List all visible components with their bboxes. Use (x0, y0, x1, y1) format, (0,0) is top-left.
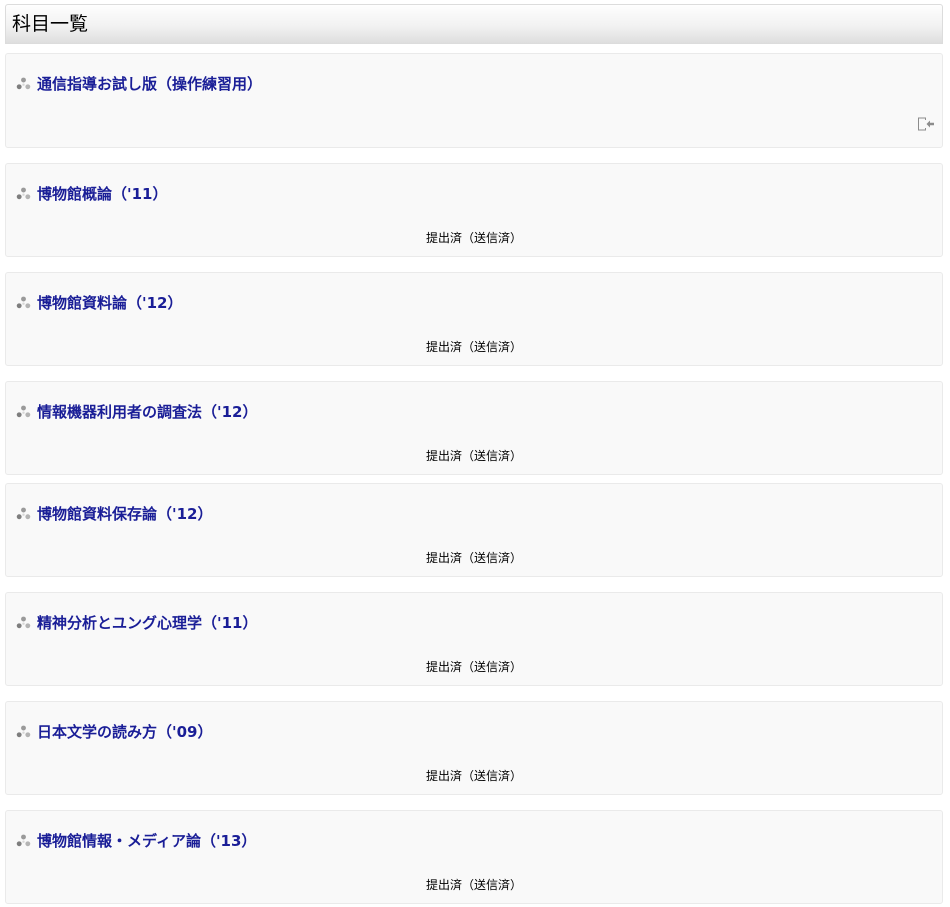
unenrol-icon[interactable] (917, 116, 935, 132)
course-name: 精神分析とユング心理学（'11） (37, 614, 258, 632)
submission-status: 提出済（送信済） (425, 878, 522, 892)
submission-status: 提出済（送信済） (425, 231, 522, 245)
course-icon (16, 405, 31, 417)
submission-status: 提出済（送信済） (425, 340, 522, 354)
course-icon (16, 725, 31, 737)
course-link[interactable]: 博物館概論（'11） (16, 184, 167, 204)
course-card: 博物館情報・メディア論（'13） 提出済（送信済） (5, 810, 943, 904)
course-card: 日本文学の読み方（'09） 提出済（送信済） (5, 701, 943, 795)
course-icon (16, 296, 31, 308)
course-icon (16, 507, 31, 519)
course-link[interactable]: 博物館資料論（'12） (16, 293, 182, 313)
submission-status: 提出済（送信済） (425, 551, 522, 565)
submission-status: 提出済（送信済） (425, 769, 522, 783)
course-name: 博物館資料論（'12） (37, 294, 183, 312)
course-list-header: 科目一覧 (5, 4, 943, 44)
course-card: 博物館資料保存論（'12） 提出済（送信済） (5, 483, 943, 577)
course-name: 博物館情報・メディア論（'13） (37, 832, 257, 850)
course-name: 博物館資料保存論（'12） (37, 505, 213, 523)
course-card: 情報機器利用者の調査法（'12） 提出済（送信済） (5, 381, 943, 475)
course-icon (16, 834, 31, 846)
page-title: 科目一覧 (12, 13, 89, 35)
course-link[interactable]: 日本文学の読み方（'09） (16, 722, 212, 742)
course-link[interactable]: 通信指導お試し版（操作練習用） (16, 74, 262, 94)
course-link[interactable]: 博物館資料保存論（'12） (16, 504, 212, 524)
course-link[interactable]: 精神分析とユング心理学（'11） (16, 613, 257, 633)
course-link[interactable]: 博物館情報・メディア論（'13） (16, 831, 256, 851)
course-name: 日本文学の読み方（'09） (37, 723, 213, 741)
course-name: 情報機器利用者の調査法（'12） (37, 403, 258, 421)
submission-status: 提出済（送信済） (425, 449, 522, 463)
course-name: 博物館概論（'11） (37, 185, 168, 203)
course-card: 博物館概論（'11） 提出済（送信済） (5, 163, 943, 257)
course-card: 通信指導お試し版（操作練習用） (5, 53, 943, 148)
course-card: 精神分析とユング心理学（'11） 提出済（送信済） (5, 592, 943, 686)
course-icon (16, 616, 31, 628)
course-link[interactable]: 情報機器利用者の調査法（'12） (16, 402, 257, 422)
course-icon (16, 77, 31, 89)
course-card: 博物館資料論（'12） 提出済（送信済） (5, 272, 943, 366)
submission-status: 提出済（送信済） (425, 660, 522, 674)
course-name: 通信指導お試し版（操作練習用） (37, 75, 263, 93)
course-icon (16, 187, 31, 199)
